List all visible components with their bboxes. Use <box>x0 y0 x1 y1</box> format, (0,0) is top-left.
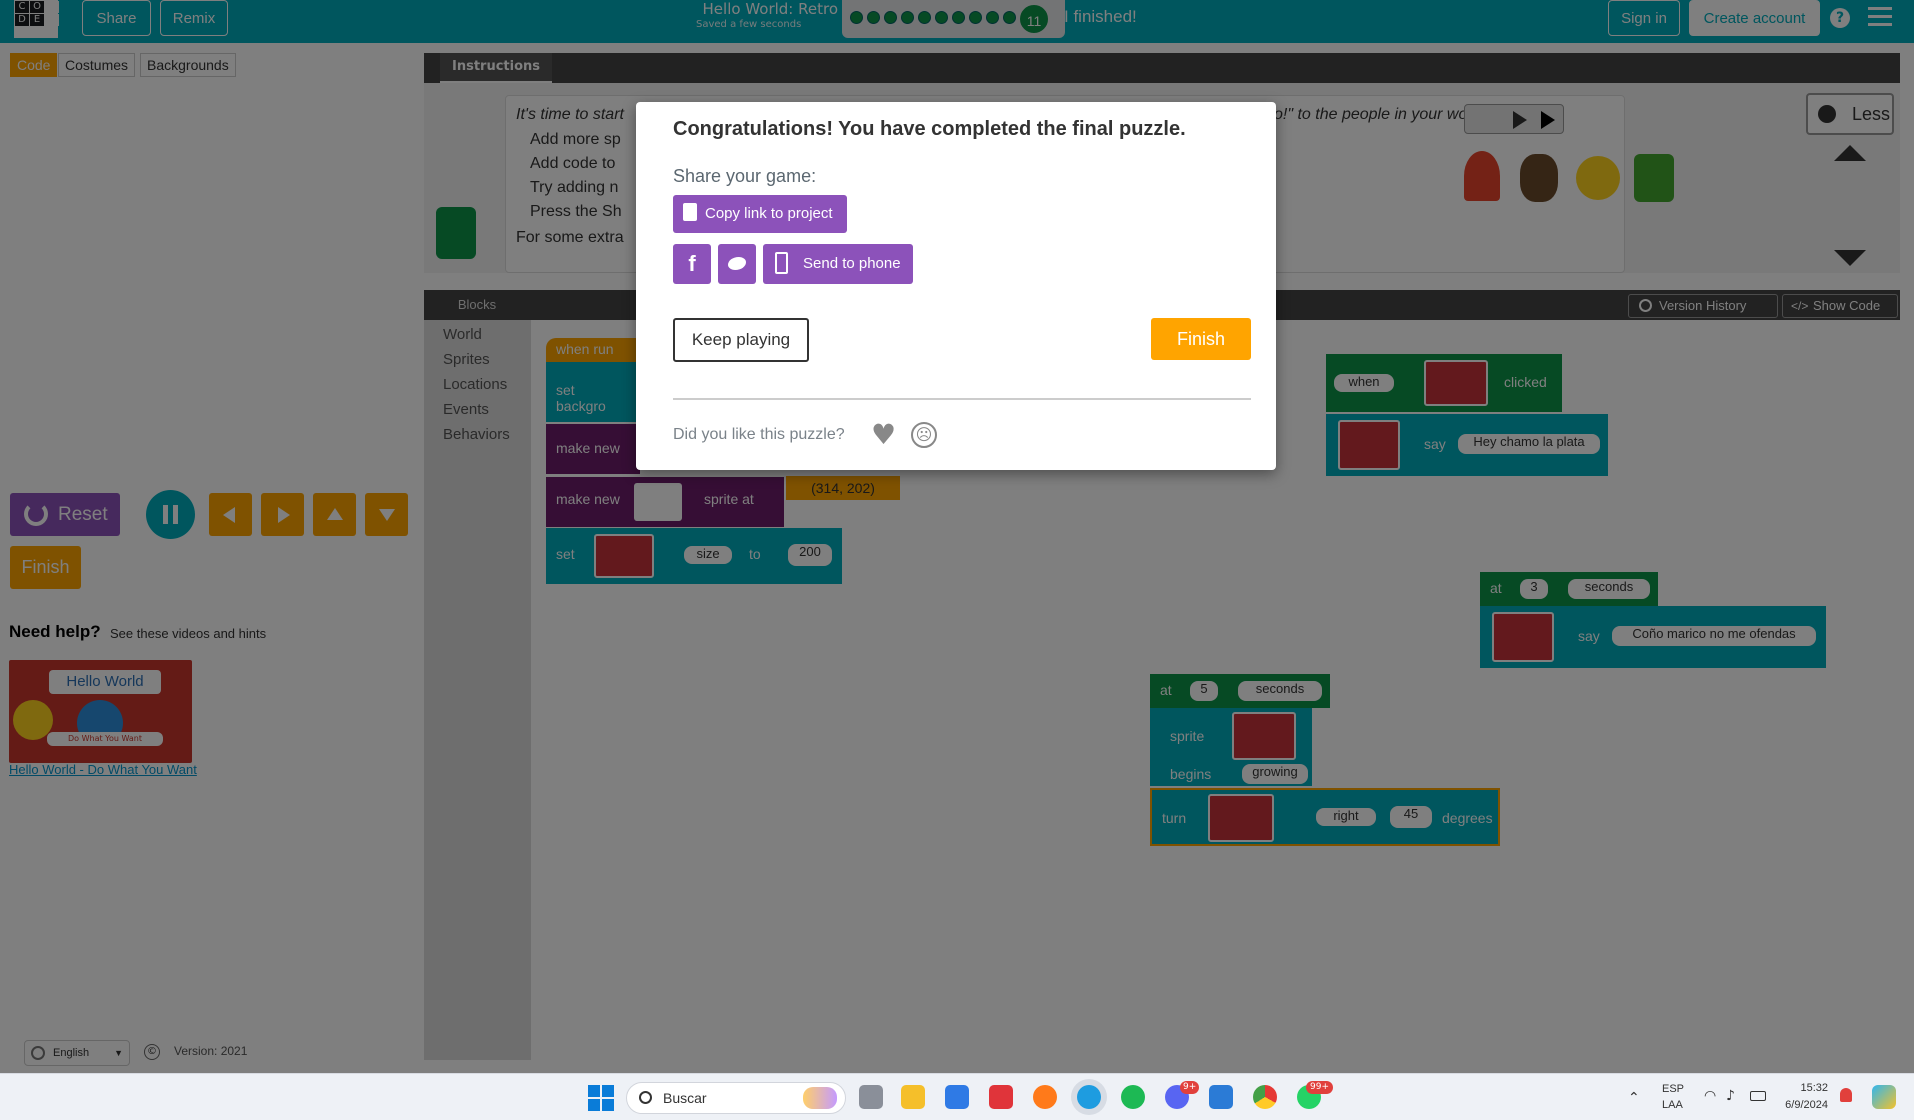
keep-playing-button[interactable]: Keep playing <box>673 318 809 362</box>
file-explorer-icon[interactable] <box>901 1085 925 1109</box>
clock-date[interactable]: 6/9/2024 <box>1774 1099 1828 1111</box>
clipboard-icon <box>683 203 697 221</box>
task-view-icon[interactable] <box>859 1085 883 1109</box>
copy-link-button[interactable]: Copy link to project <box>673 195 847 233</box>
share-your-game-label: Share your game: <box>673 166 817 186</box>
chrome-icon[interactable] <box>1253 1085 1277 1109</box>
microsoft-store-icon[interactable] <box>945 1085 969 1109</box>
battery-icon[interactable] <box>1750 1091 1766 1101</box>
search-icon <box>639 1091 652 1104</box>
taskbar-search[interactable]: Buscar <box>626 1082 846 1114</box>
spotify-icon[interactable] <box>1121 1085 1145 1109</box>
anydesk-icon[interactable] <box>989 1085 1013 1109</box>
vscode-icon[interactable] <box>1209 1085 1233 1109</box>
firefox-icon[interactable] <box>1033 1085 1057 1109</box>
facebook-icon[interactable]: f <box>673 244 711 284</box>
twitter-icon[interactable] <box>718 244 756 284</box>
input-language-layout[interactable]: LAA <box>1662 1099 1683 1111</box>
chevron-up-icon[interactable]: ⌃ <box>1628 1090 1640 1106</box>
divider <box>673 398 1251 400</box>
discord-badge: 9+ <box>1180 1081 1200 1094</box>
feedback-question: Did you like this puzzle? <box>673 426 845 443</box>
send-to-phone-button[interactable]: Send to phone <box>763 244 913 284</box>
phone-icon <box>775 252 788 274</box>
volume-icon[interactable]: ♪ <box>1726 1088 1735 1104</box>
input-language[interactable]: ESP <box>1662 1083 1684 1095</box>
copilot-icon[interactable] <box>1872 1085 1896 1109</box>
clock-time[interactable]: 15:32 <box>1784 1082 1828 1094</box>
completion-dialog: Congratulations! You have completed the … <box>636 102 1276 470</box>
notification-bell-icon[interactable] <box>1840 1088 1852 1102</box>
windows-start-icon[interactable] <box>588 1085 614 1111</box>
wifi-icon[interactable]: ◠ <box>1704 1088 1716 1104</box>
heart-icon[interactable]: ♥ <box>871 420 896 450</box>
whatsapp-badge: 99+ <box>1306 1081 1333 1094</box>
edge-icon[interactable] <box>1077 1085 1101 1109</box>
dialog-title: Congratulations! You have completed the … <box>673 118 1186 140</box>
sad-face-icon[interactable]: ☹ <box>911 422 937 448</box>
search-highlight-icon <box>803 1087 837 1109</box>
finish-button[interactable]: Finish <box>1151 318 1251 360</box>
